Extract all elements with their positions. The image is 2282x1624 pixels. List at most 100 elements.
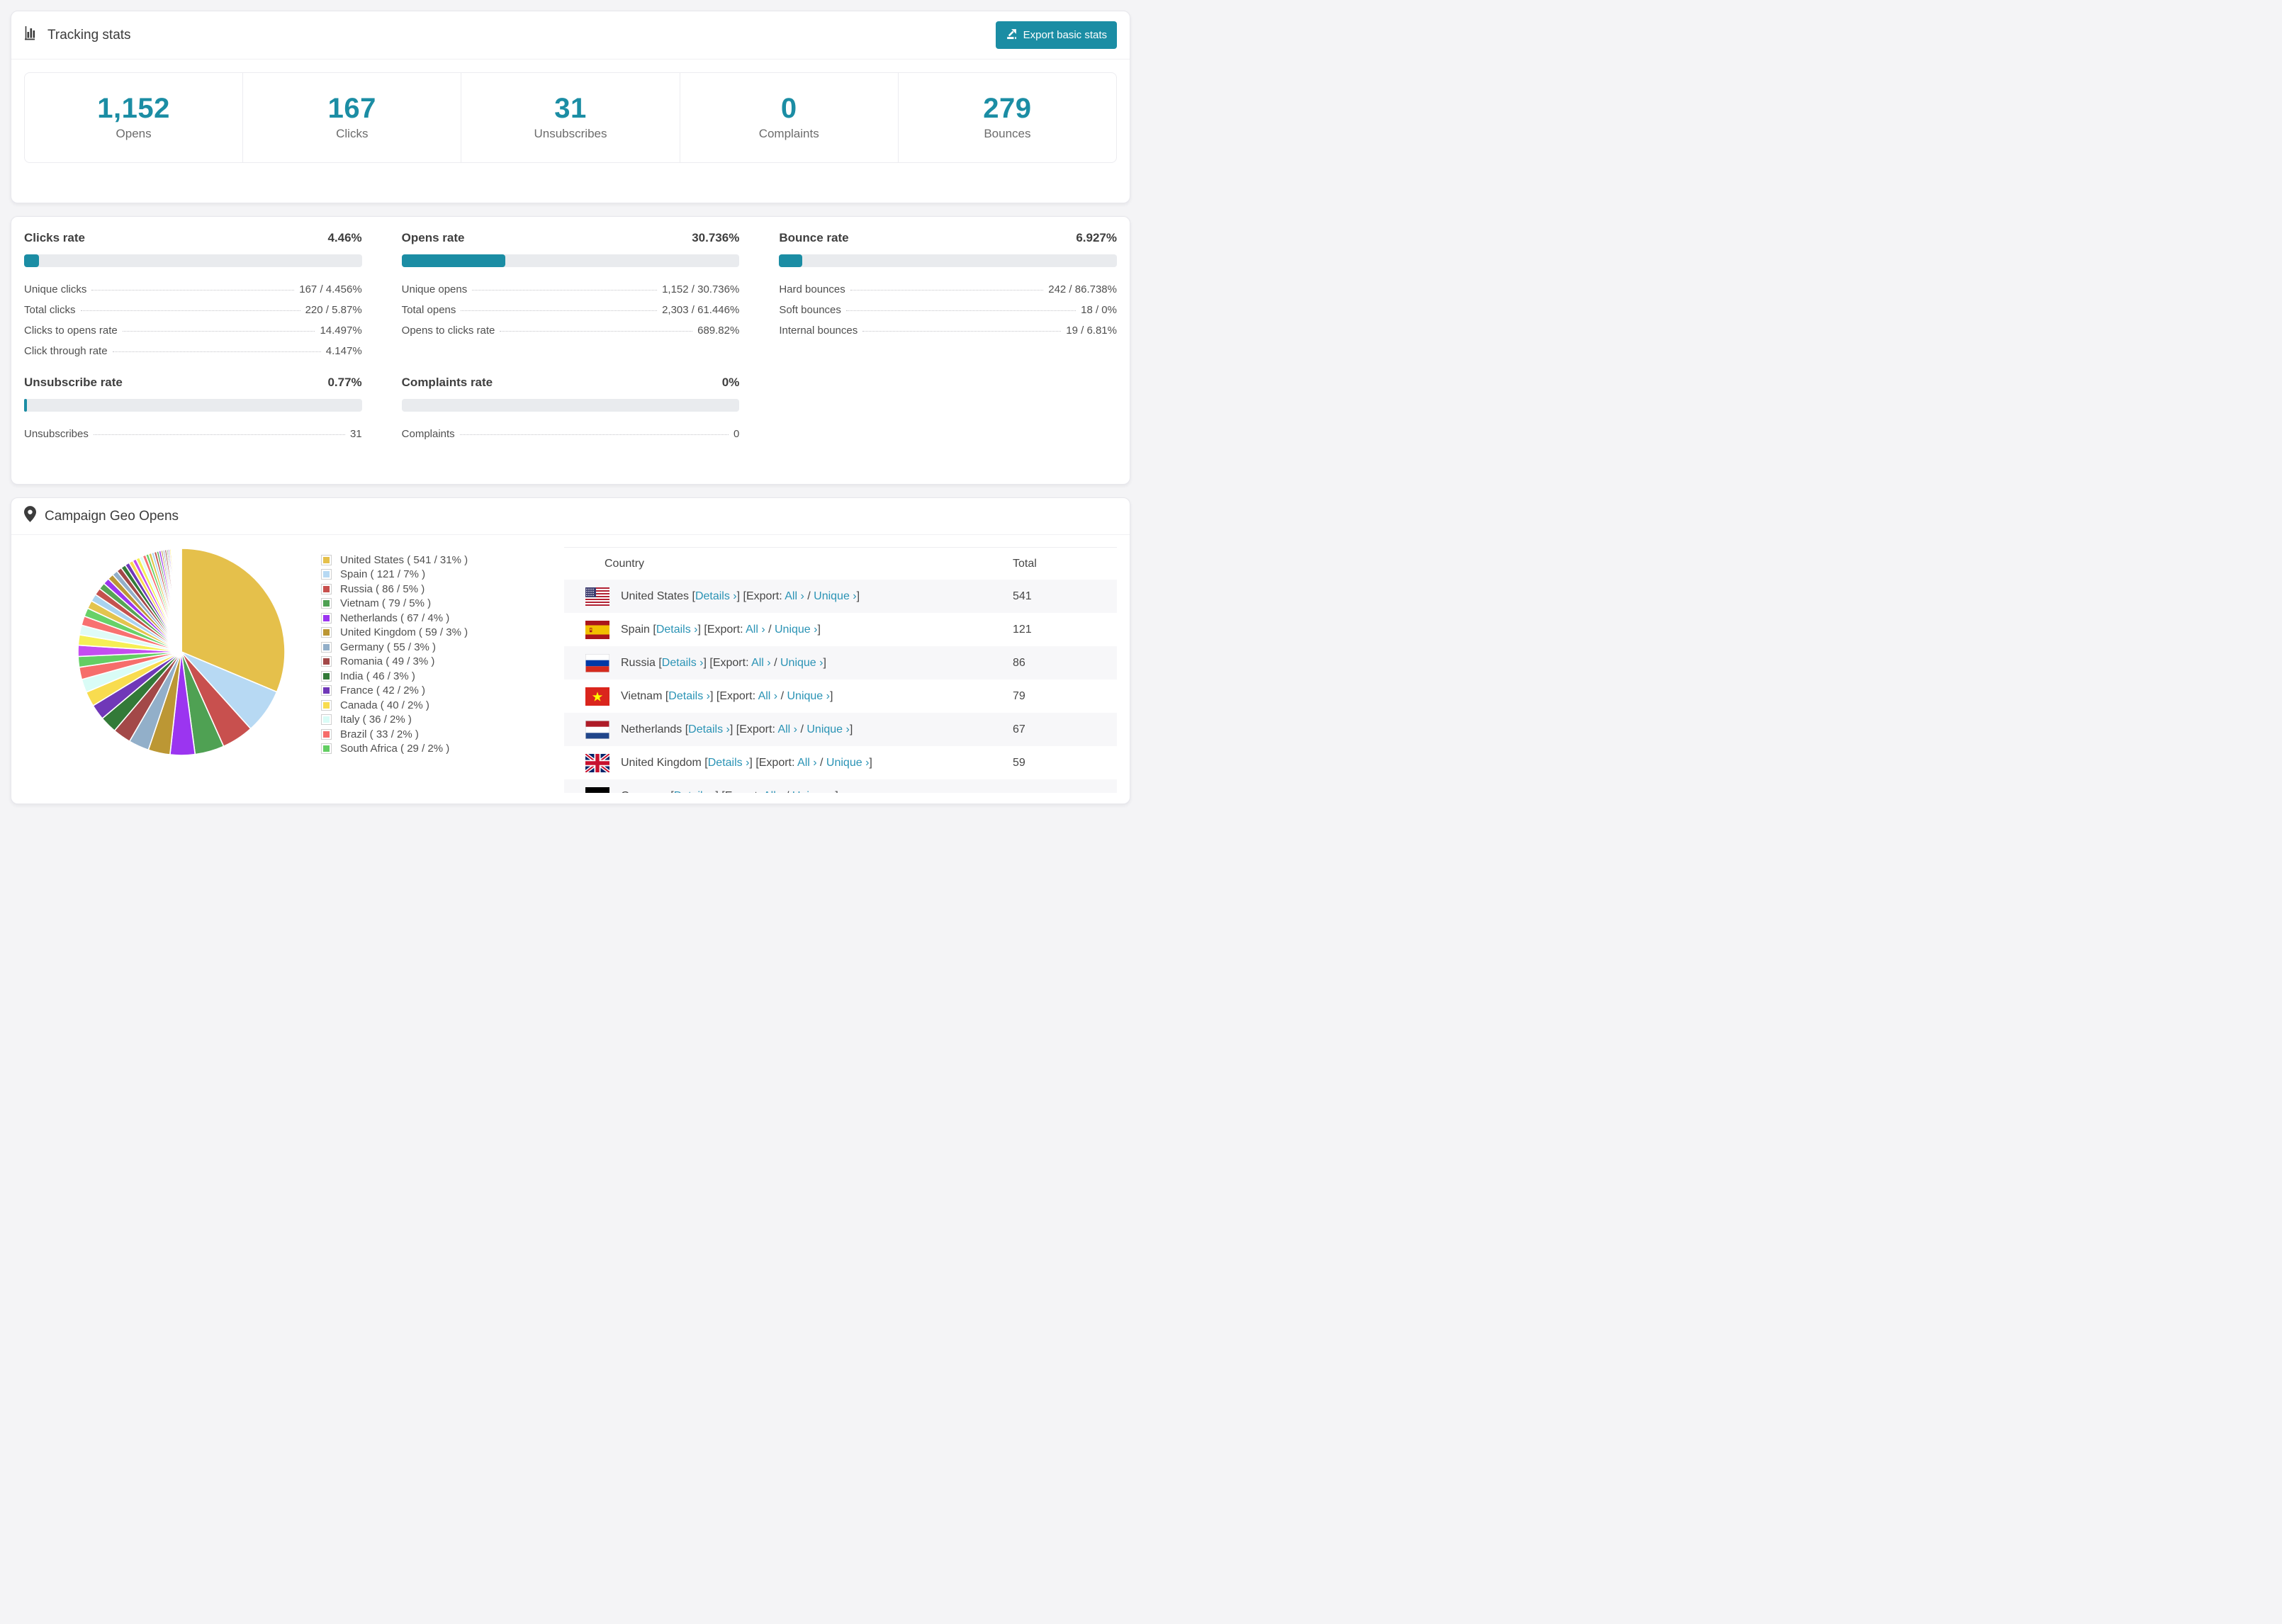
total-cell: 121 [1013, 623, 1032, 636]
export-all-link[interactable]: All › [763, 790, 783, 794]
country-cell: United Kingdom [Details ›] [Export: All … [564, 753, 1009, 772]
geo-opens-pie-chart[interactable] [77, 547, 286, 757]
legend-item[interactable]: Vietnam ( 79 / 5% ) [321, 597, 564, 611]
export-unique-link[interactable]: Unique › [806, 723, 849, 735]
stat-label: Complaints [758, 127, 819, 140]
stat-cell: 31 Unsubscribes [461, 73, 679, 162]
rate-row-label: Total opens [401, 304, 456, 316]
legend-item[interactable]: Netherlands ( 67 / 4% ) [321, 611, 564, 626]
stat-cell: 279 Bounces [897, 73, 1116, 162]
rate-rows: Complaints 0 [402, 428, 740, 440]
flag-us-icon [585, 587, 609, 606]
legend-item[interactable]: United States ( 541 / 31% ) [321, 553, 564, 568]
export-unique-link[interactable]: Unique › [792, 790, 835, 794]
rate-panel-head: Bounce rate 6.927% [779, 231, 1117, 245]
legend-item[interactable]: South Africa ( 29 / 2% ) [321, 742, 564, 757]
country-links-text: Vietnam [Details ›] [Export: All › / Uni… [621, 689, 833, 702]
table-row: Netherlands [Details ›] [Export: All › /… [564, 713, 1117, 746]
rate-row-value: 2,303 / 61.446% [662, 304, 740, 316]
geo-table-header-row: Country Total [564, 548, 1117, 580]
dotted-leader [122, 331, 315, 332]
dashboard-page: Tracking stats Export basic stats 1,152 O… [0, 0, 1141, 812]
legend-swatch [321, 685, 332, 697]
country-cell: United States [Details ›] [Export: All ›… [564, 587, 1009, 606]
rate-row-value: 1,152 / 30.736% [662, 283, 740, 295]
country-cell: Netherlands [Details ›] [Export: All › /… [564, 720, 1009, 739]
details-link[interactable]: Details › [708, 757, 750, 769]
details-link[interactable]: Details › [688, 723, 730, 735]
export-all-link[interactable]: All › [758, 690, 778, 702]
legend-item[interactable]: Italy ( 36 / 2% ) [321, 713, 564, 728]
export-icon [1006, 28, 1018, 43]
export-basic-stats-button[interactable]: Export basic stats [995, 21, 1117, 49]
dotted-leader [472, 290, 658, 291]
details-link[interactable]: Details › [662, 657, 704, 669]
geo-opens-card: Campaign Geo Opens United States ( 541 /… [11, 497, 1130, 804]
legend-label: Romania ( 49 / 3% ) [340, 655, 435, 668]
export-all-link[interactable]: All › [751, 657, 771, 669]
legend-label: Russia ( 86 / 5% ) [340, 582, 425, 595]
legend-label: United Kingdom ( 59 / 3% ) [340, 626, 468, 639]
legend-item[interactable]: India ( 46 / 3% ) [321, 669, 564, 684]
export-unique-link[interactable]: Unique › [775, 624, 817, 636]
geo-table-area: Country Total United States [Details ›] … [564, 547, 1117, 793]
rate-title: Unsubscribe rate [24, 376, 123, 389]
rate-row-value: 4.147% [325, 345, 362, 357]
details-link[interactable]: Details › [668, 690, 710, 702]
stat-label: Opens [116, 127, 152, 140]
rate-row: Hard bounces 242 / 86.738% [779, 283, 1117, 295]
bar-chart-icon [24, 26, 39, 45]
total-cell: 79 [1013, 689, 1025, 702]
flag-de-icon [585, 786, 609, 793]
stat-cell: 0 Complaints [679, 73, 898, 162]
dotted-leader [80, 310, 300, 311]
rate-row-label: Click through rate [24, 345, 108, 357]
rate-row: Internal bounces 19 / 6.81% [779, 325, 1117, 337]
rate-row-value: 689.82% [697, 325, 740, 337]
legend-item[interactable]: Spain ( 121 / 7% ) [321, 568, 564, 582]
flag-es-icon [585, 620, 609, 639]
details-link[interactable]: Details › [674, 790, 716, 794]
dotted-leader [91, 290, 295, 291]
export-all-link[interactable]: All › [746, 624, 765, 636]
rate-row: Unsubscribes 31 [24, 428, 362, 440]
export-unique-link[interactable]: Unique › [787, 690, 829, 702]
total-cell: 86 [1013, 656, 1025, 669]
legend-swatch [321, 699, 332, 711]
export-all-link[interactable]: All › [797, 757, 817, 769]
geo-country-table: Country Total United States [Details ›] … [564, 547, 1117, 793]
legend-swatch [321, 627, 332, 638]
country-cell: Vietnam [Details ›] [Export: All › / Uni… [564, 687, 1009, 706]
rate-row: Click through rate 4.147% [24, 345, 362, 357]
export-button-label: Export basic stats [1023, 29, 1107, 41]
export-all-link[interactable]: All › [777, 723, 797, 735]
legend-item[interactable]: Russia ( 86 / 5% ) [321, 582, 564, 597]
legend-item[interactable]: United Kingdom ( 59 / 3% ) [321, 626, 564, 641]
geo-opens-title: Campaign Geo Opens [45, 508, 179, 524]
legend-label: France ( 42 / 2% ) [340, 684, 426, 697]
rate-row-label: Unique clicks [24, 283, 87, 295]
export-unique-link[interactable]: Unique › [826, 757, 869, 769]
tracking-stats-header: Tracking stats Export basic stats [11, 11, 1130, 60]
table-row: United Kingdom [Details ›] [Export: All … [564, 746, 1117, 779]
legend-item[interactable]: Brazil ( 33 / 2% ) [321, 727, 564, 742]
legend-item[interactable]: Canada ( 40 / 2% ) [321, 698, 564, 713]
legend-item[interactable]: Romania ( 49 / 3% ) [321, 655, 564, 670]
export-all-link[interactable]: All › [785, 590, 804, 602]
progress-bar-fill [24, 254, 40, 267]
dotted-leader [500, 331, 693, 332]
rate-row-value: 0 [733, 428, 740, 440]
details-link[interactable]: Details › [695, 590, 737, 602]
dotted-leader [461, 310, 658, 311]
export-unique-link[interactable]: Unique › [814, 590, 856, 602]
country-links-text: United Kingdom [Details ›] [Export: All … [621, 756, 872, 769]
legend-item[interactable]: France ( 42 / 2% ) [321, 684, 564, 699]
legend-item[interactable]: Germany ( 55 / 3% ) [321, 640, 564, 655]
export-unique-link[interactable]: Unique › [780, 657, 823, 669]
flag-vn-icon [585, 687, 609, 706]
country-cell: Spain [Details ›] [Export: All › / Uniqu… [564, 620, 1009, 639]
stat-label: Bounces [984, 127, 1031, 140]
country-links-text: Russia [Details ›] [Export: All › / Uniq… [621, 656, 826, 669]
tracking-stats-card: Tracking stats Export basic stats 1,152 O… [11, 11, 1130, 203]
details-link[interactable]: Details › [656, 624, 698, 636]
